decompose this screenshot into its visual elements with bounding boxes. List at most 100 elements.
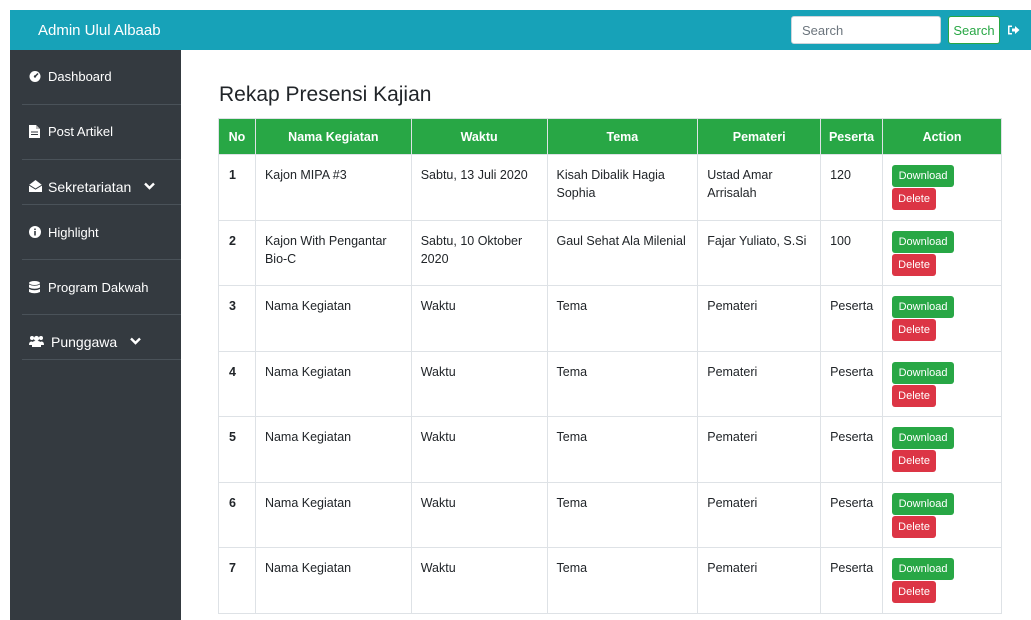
download-button[interactable]: Download: [892, 558, 955, 580]
sidebar-item-label: Program Dakwah: [48, 280, 149, 295]
sidebar-item-label: Highlight: [48, 225, 99, 240]
delete-button[interactable]: Delete: [892, 450, 937, 472]
cell-pemateri: Pemateri: [697, 285, 822, 352]
cell-pemateri: Pemateri: [697, 350, 822, 417]
cell-tema: Tema: [546, 350, 699, 417]
cell-pemateri: Pemateri: [697, 547, 822, 614]
delete-button[interactable]: Delete: [892, 253, 937, 276]
cell-action: Download Delete: [882, 350, 1002, 417]
sidebar-item-label: Post Artikel: [48, 124, 114, 139]
sidebar-item-program-dakwah[interactable]: Program Dakwah: [22, 260, 181, 315]
cell-no: 1: [218, 154, 256, 221]
cell-waktu: Waktu: [410, 547, 548, 614]
cell-pemateri: Ustad Amar Arrisalah: [697, 154, 822, 221]
search-input[interactable]: [791, 16, 941, 44]
cell-pemateri: Pemateri: [697, 481, 822, 548]
cell-tema: Tema: [546, 285, 699, 352]
download-button[interactable]: Download: [892, 165, 955, 187]
cell-action: Download Delete: [882, 416, 1002, 483]
cell-tema: Tema: [546, 416, 699, 483]
cell-no: 6: [218, 481, 256, 548]
cell-no: 5: [218, 416, 256, 483]
cell-nama-kegiatan: Kajon MIPA #3: [254, 154, 412, 221]
column-header-waktu: Waktu: [410, 118, 548, 155]
page-title: Rekap Presensi Kajian: [219, 83, 432, 106]
cell-nama-kegiatan: Nama Kegiatan: [254, 416, 412, 483]
cell-peserta: Peserta: [820, 416, 884, 483]
cell-tema: Gaul Sehat Ala Milenial: [546, 219, 699, 286]
column-header-tema: Tema: [546, 118, 699, 155]
sign-out-icon[interactable]: [1008, 16, 1026, 44]
column-header-pemateri: Pemateri: [697, 118, 822, 155]
presensi-table: No Nama Kegiatan Waktu Tema Pemateri Pes…: [218, 118, 1002, 614]
cell-no: 2: [218, 219, 256, 286]
cell-tema: Tema: [546, 481, 699, 548]
cell-tema: Kisah Dibalik Hagia Sophia: [546, 154, 699, 221]
cell-action: Download Delete: [882, 481, 1002, 548]
column-header-action: Action: [882, 118, 1002, 155]
cell-waktu: Waktu: [410, 481, 548, 548]
cell-no: 4: [218, 350, 256, 417]
search-button[interactable]: Search: [948, 16, 1000, 44]
delete-button[interactable]: Delete: [892, 581, 937, 603]
cell-peserta: Peserta: [820, 481, 884, 548]
cell-no: 7: [218, 547, 256, 614]
column-header-no: No: [218, 118, 256, 155]
download-button[interactable]: Download: [892, 296, 955, 318]
cell-waktu: Sabtu, 10 Oktober 2020: [410, 219, 548, 286]
column-header-nama-kegiatan: Nama Kegiatan: [254, 118, 412, 155]
cell-nama-kegiatan: Nama Kegiatan: [254, 350, 412, 417]
table-row: 2 Kajon With Pengantar Bio-C Sabtu, 10 Okt…: [218, 219, 1002, 286]
cell-peserta: Peserta: [820, 547, 884, 614]
cell-waktu: Waktu: [410, 350, 548, 417]
sidebar-item-sekretariatan[interactable]: Sekretariatan: [22, 160, 181, 205]
top-navbar: Admin Ulul Albaab Search: [10, 10, 1031, 50]
cell-pemateri: Pemateri: [697, 416, 822, 483]
sidebar-item-highlight[interactable]: Highlight: [22, 205, 181, 260]
table-row: 6 Nama Kegiatan Waktu Tema Pemateri Peserta Do…: [218, 481, 1002, 548]
brand-title[interactable]: Admin Ulul Albaab: [10, 22, 791, 39]
table-header-row: No Nama Kegiatan Waktu Tema Pemateri Pes…: [218, 118, 1002, 155]
sidebar: Dashboard Post Artikel Sekretariatan Hig…: [10, 50, 181, 620]
cell-action: Download Delete: [882, 154, 1002, 221]
cell-nama-kegiatan: Nama Kegiatan: [254, 285, 412, 352]
download-button[interactable]: Download: [892, 492, 955, 515]
column-header-peserta: Peserta: [820, 118, 884, 155]
cell-nama-kegiatan: Kajon With Pengantar Bio-C: [254, 219, 412, 286]
table-row: 3 Nama Kegiatan Waktu Tema Pemateri Peserta Do…: [218, 285, 1002, 352]
cell-waktu: Waktu: [410, 285, 548, 352]
sidebar-item-dashboard[interactable]: Dashboard: [22, 50, 181, 105]
chevron-down-icon: [130, 334, 142, 348]
delete-button[interactable]: Delete: [892, 515, 937, 538]
cell-tema: Tema: [546, 547, 699, 614]
download-button[interactable]: Download: [892, 427, 955, 449]
sidebar-item-punggawa[interactable]: Punggawa: [22, 315, 181, 360]
users-icon: [29, 334, 46, 348]
chevron-down-icon: [144, 179, 156, 193]
cell-nama-kegiatan: Nama Kegiatan: [254, 481, 412, 548]
delete-button[interactable]: Delete: [892, 188, 937, 210]
database-icon: [29, 280, 43, 294]
delete-button[interactable]: Delete: [892, 384, 937, 407]
cell-peserta: 100: [820, 219, 884, 286]
download-button[interactable]: Download: [892, 361, 955, 384]
sidebar-item-label: Punggawa: [51, 334, 118, 350]
sidebar-item-label: Dashboard: [48, 69, 112, 84]
delete-button[interactable]: Delete: [892, 319, 937, 341]
tachometer-icon: [29, 69, 43, 83]
file-icon: [29, 124, 43, 138]
sidebar-item-post-artikel[interactable]: Post Artikel: [22, 105, 181, 160]
envelope-open-icon: [29, 179, 43, 193]
table-row: 5 Nama Kegiatan Waktu Tema Pemateri Peserta Do…: [218, 416, 1002, 483]
cell-peserta: Peserta: [820, 285, 884, 352]
cell-no: 3: [218, 285, 256, 352]
cell-waktu: Waktu: [410, 416, 548, 483]
cell-waktu: Sabtu, 13 Juli 2020: [410, 154, 548, 221]
table-row: 7 Nama Kegiatan Waktu Tema Pemateri Peserta Do…: [218, 547, 1002, 614]
cell-action: Download Delete: [882, 547, 1002, 614]
table-row: 4 Nama Kegiatan Waktu Tema Pemateri Peserta Do…: [218, 350, 1002, 417]
cell-action: Download Delete: [882, 285, 1002, 352]
cell-peserta: 120: [820, 154, 884, 221]
download-button[interactable]: Download: [892, 230, 955, 253]
cell-action: Download Delete: [882, 219, 1002, 286]
